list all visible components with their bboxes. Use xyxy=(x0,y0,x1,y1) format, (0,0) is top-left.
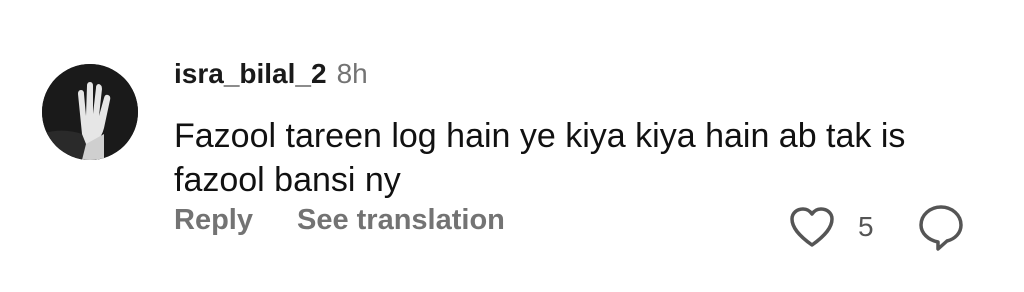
like-count: 5 xyxy=(858,211,874,242)
timestamp: 8h xyxy=(336,58,368,89)
heart-outline-icon[interactable] xyxy=(788,205,836,249)
speech-bubble-icon[interactable] xyxy=(916,204,966,251)
comment-actions: Reply See translation xyxy=(174,204,505,237)
comment: isra_bilal_2 8h Fazool tareen log hain y… xyxy=(0,0,1024,292)
comment-header: isra_bilal_2 8h xyxy=(174,58,368,90)
username[interactable]: isra_bilal_2 xyxy=(174,58,327,90)
avatar[interactable] xyxy=(42,64,138,160)
like-group: 5 xyxy=(788,204,874,250)
hand-photo-avatar xyxy=(42,64,138,160)
comment-text: Fazool tareen log hain ye kiya kiya hain… xyxy=(174,117,906,199)
reply-button[interactable]: Reply xyxy=(174,204,253,237)
see-translation-button[interactable]: See translation xyxy=(297,204,505,237)
